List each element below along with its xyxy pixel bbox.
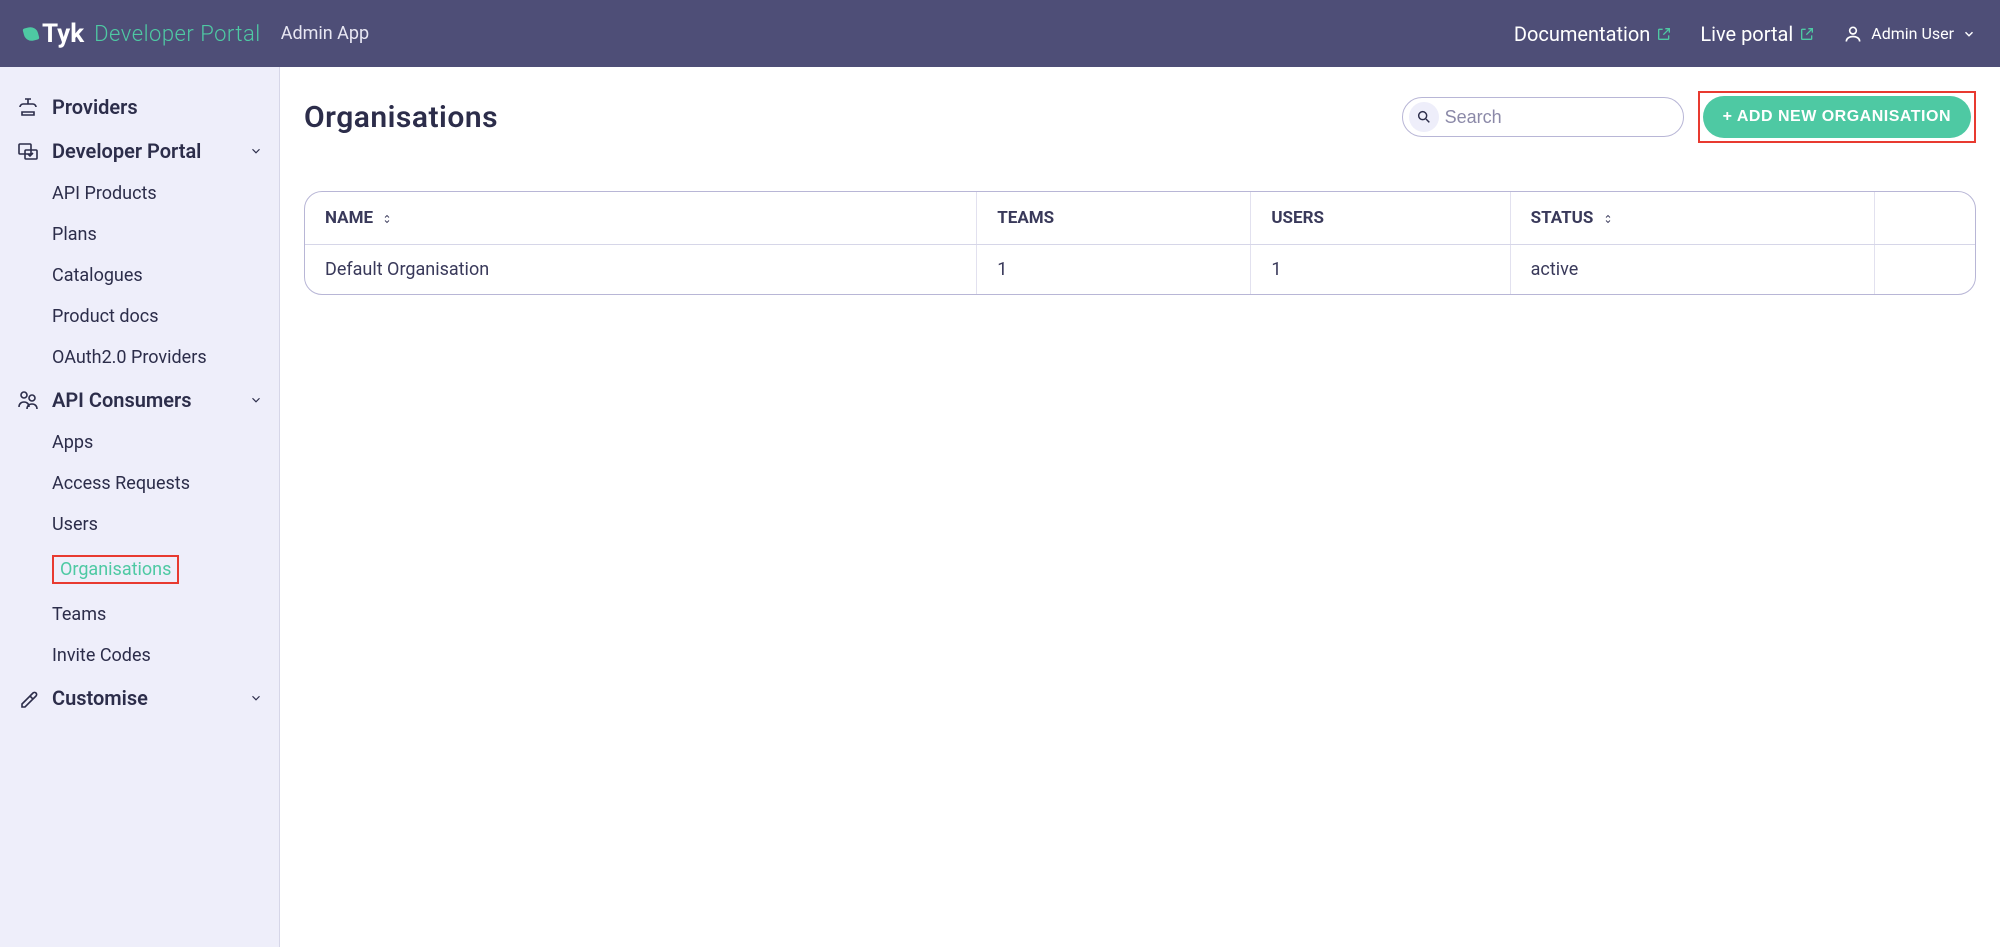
logo[interactable]: Tyk Developer Portal bbox=[24, 19, 261, 49]
sort-icon bbox=[1602, 212, 1614, 226]
col-actions bbox=[1874, 192, 1975, 245]
top-header: Tyk Developer Portal Admin App Documenta… bbox=[0, 0, 2000, 67]
user-menu[interactable]: Admin User bbox=[1843, 24, 1976, 44]
sidebar-item-oauth-providers[interactable]: OAuth2.0 Providers bbox=[0, 337, 279, 378]
brand-primary: Tyk bbox=[24, 19, 84, 49]
sidebar-group-customise[interactable]: Customise bbox=[0, 676, 279, 720]
chevron-down-icon bbox=[1962, 27, 1976, 41]
providers-icon bbox=[16, 95, 40, 119]
chevron-down-icon bbox=[249, 691, 263, 705]
app-label: Admin App bbox=[281, 23, 369, 44]
search-icon bbox=[1409, 102, 1439, 132]
table-row[interactable]: Default Organisation 1 1 active bbox=[305, 245, 1975, 295]
documentation-link[interactable]: Documentation bbox=[1514, 22, 1673, 46]
sidebar-item-api-products[interactable]: API Products bbox=[0, 173, 279, 214]
chevron-down-icon bbox=[249, 144, 263, 158]
external-link-icon bbox=[1799, 26, 1815, 42]
col-users[interactable]: USERS bbox=[1251, 192, 1510, 245]
consumers-icon bbox=[16, 388, 40, 412]
sidebar-item-teams[interactable]: Teams bbox=[0, 594, 279, 635]
leaf-icon bbox=[22, 25, 39, 42]
sidebar-item-organisations[interactable]: Organisations bbox=[0, 545, 279, 594]
sidebar-group-providers[interactable]: Providers bbox=[0, 85, 279, 129]
main-content: Organisations + ADD NEW ORGANISATION NAM… bbox=[280, 67, 2000, 947]
cell-users: 1 bbox=[1251, 245, 1510, 295]
user-label: Admin User bbox=[1871, 24, 1954, 43]
sidebar-group-developer-portal[interactable]: Developer Portal bbox=[0, 129, 279, 173]
customise-icon bbox=[16, 686, 40, 710]
col-name[interactable]: NAME bbox=[305, 192, 977, 245]
sidebar-item-access-requests[interactable]: Access Requests bbox=[0, 463, 279, 504]
cell-name: Default Organisation bbox=[305, 245, 977, 295]
portal-icon bbox=[16, 139, 40, 163]
page-title: Organisations bbox=[304, 100, 498, 135]
sidebar-item-product-docs[interactable]: Product docs bbox=[0, 296, 279, 337]
sidebar-item-apps[interactable]: Apps bbox=[0, 422, 279, 463]
col-teams[interactable]: TEAMS bbox=[977, 192, 1251, 245]
chevron-down-icon bbox=[249, 393, 263, 407]
sidebar: Providers Developer Portal API Products … bbox=[0, 67, 280, 947]
sidebar-item-plans[interactable]: Plans bbox=[0, 214, 279, 255]
search-field[interactable] bbox=[1402, 97, 1684, 137]
external-link-icon bbox=[1656, 26, 1672, 42]
user-icon bbox=[1843, 24, 1863, 44]
col-status[interactable]: STATUS bbox=[1510, 192, 1874, 245]
sort-icon bbox=[381, 212, 393, 226]
sidebar-item-invite-codes[interactable]: Invite Codes bbox=[0, 635, 279, 676]
cell-actions bbox=[1874, 245, 1975, 295]
add-organisation-button[interactable]: + ADD NEW ORGANISATION bbox=[1703, 96, 1971, 138]
search-input[interactable] bbox=[1445, 107, 1677, 128]
sidebar-item-catalogues[interactable]: Catalogues bbox=[0, 255, 279, 296]
sidebar-group-api-consumers[interactable]: API Consumers bbox=[0, 378, 279, 422]
brand-secondary: Developer Portal bbox=[94, 22, 261, 47]
live-portal-link[interactable]: Live portal bbox=[1700, 22, 1815, 46]
table-header-row: NAME TEAMS USERS STATUS bbox=[305, 192, 1975, 245]
cell-teams: 1 bbox=[977, 245, 1251, 295]
cell-status: active bbox=[1510, 245, 1874, 295]
add-organisation-highlight: + ADD NEW ORGANISATION bbox=[1698, 91, 1976, 143]
organisations-table: NAME TEAMS USERS STATUS Defa bbox=[304, 191, 1976, 295]
sidebar-item-users[interactable]: Users bbox=[0, 504, 279, 545]
